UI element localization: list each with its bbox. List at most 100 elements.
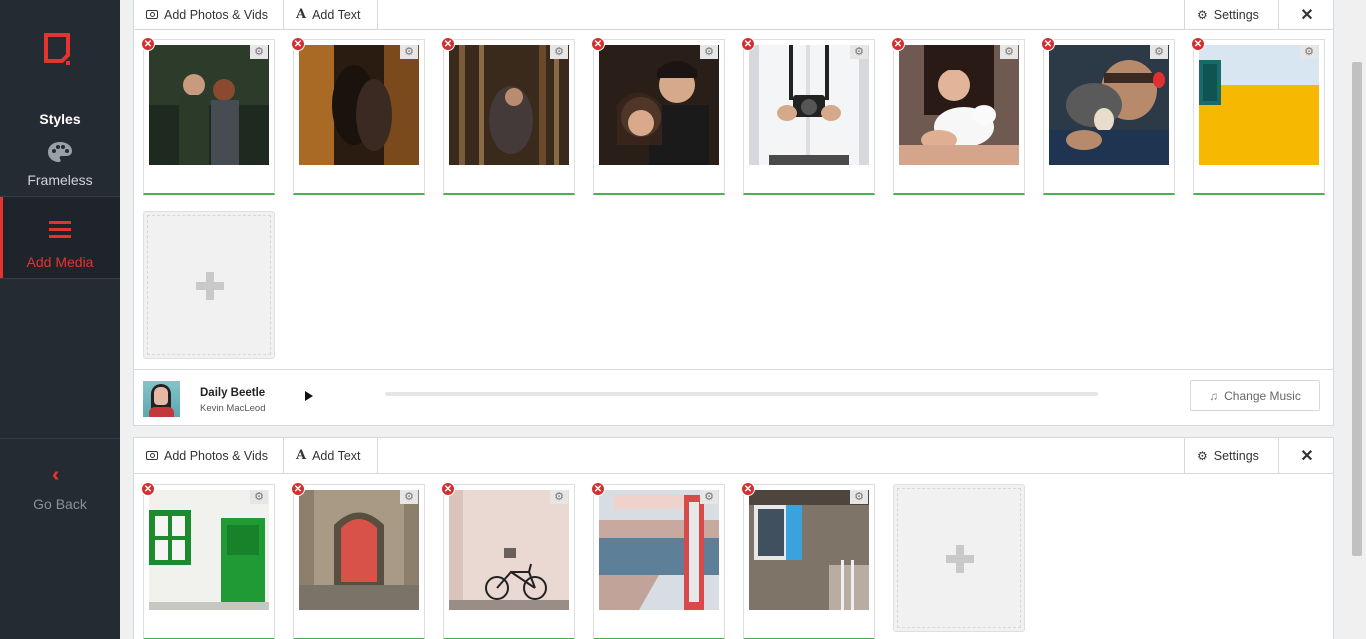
media-settings-icon[interactable]: ⚙ [1000,45,1018,59]
media-section-1: Add Photos & Vids A Add Text ⚙ Settings … [133,0,1334,426]
close-section-button[interactable]: ✕ [1278,438,1335,473]
add-media-tile[interactable] [143,211,275,359]
change-music-label: Change Music [1224,388,1301,403]
add-text-button[interactable]: A Add Text [284,0,378,29]
photo-wood-house-icon [749,490,869,610]
sidebar-item-add-media[interactable]: Add Media [0,197,120,278]
media-settings-icon[interactable]: ⚙ [250,45,268,59]
media-card[interactable]: ⚙ ✕ [141,482,275,639]
media-card[interactable]: ⚙ ✕ [741,482,875,639]
scrollbar-thumb[interactable] [1352,62,1362,556]
media-card[interactable]: ⚙ ✕ [441,482,575,639]
media-settings-icon[interactable]: ⚙ [250,490,268,504]
photo-red-door-icon [299,490,419,610]
double-chevron-left-icon[interactable]: ‹‹ [52,464,61,487]
track-title: Daily Beetle [200,387,266,399]
album-art [143,381,180,417]
close-icon: ✕ [1300,447,1314,465]
palette-icon[interactable] [47,141,73,163]
settings-label: Settings [1213,7,1259,22]
styles-label: Styles [39,111,81,127]
photo-man-cat-icon [1049,45,1169,165]
media-thumbnail [449,45,569,165]
delete-media-icon[interactable]: ✕ [291,37,305,51]
media-thumbnail [299,45,419,165]
delete-media-icon[interactable]: ✕ [1191,37,1205,51]
gear-icon: ⚙ [1197,7,1208,22]
settings-button[interactable]: ⚙ Settings [1184,0,1278,29]
text-icon: A [296,448,307,463]
media-thumbnail [299,490,419,610]
media-settings-icon[interactable]: ⚙ [400,490,418,504]
delete-media-icon[interactable]: ✕ [141,482,155,496]
add-photos-button[interactable]: Add Photos & Vids [134,0,284,29]
media-settings-icon[interactable]: ⚙ [550,490,568,504]
delete-media-icon[interactable]: ✕ [591,482,605,496]
media-thumbnail [1199,45,1319,165]
media-card[interactable]: ⚙ ✕ [441,37,575,195]
photo-woman-cat-icon [899,45,1019,165]
media-settings-icon[interactable]: ⚙ [1150,45,1168,59]
media-section-2: Add Photos & Vids A Add Text ⚙ Settings … [133,437,1334,639]
delete-media-icon[interactable]: ✕ [441,37,455,51]
music-bar: Daily Beetle Kevin MacLeod ♫ Change Musi… [134,369,1333,426]
delete-media-icon[interactable]: ✕ [891,37,905,51]
go-back-button[interactable]: Go Back [0,496,120,512]
media-settings-icon[interactable]: ⚙ [400,45,418,59]
media-thumbnail [599,45,719,165]
plus-icon [946,545,974,573]
media-card[interactable]: ⚙ ✕ [1191,37,1325,195]
media-settings-icon[interactable]: ⚙ [850,490,868,504]
media-settings-icon[interactable]: ⚙ [1300,45,1318,59]
media-settings-icon[interactable]: ⚙ [700,490,718,504]
media-thumbnail [899,45,1019,165]
photo-bicycle-wall-icon [449,490,569,610]
menu-icon [49,221,71,239]
change-music-button[interactable]: ♫ Change Music [1190,380,1320,411]
media-thumbnail [599,490,719,610]
media-card[interactable]: ⚙ ✕ [591,482,725,639]
play-icon[interactable] [305,391,313,401]
delete-media-icon[interactable]: ✕ [741,482,755,496]
media-thumbnail [149,45,269,165]
delete-media-icon[interactable]: ✕ [1041,37,1055,51]
add-text-label: Add Text [312,448,361,463]
delete-media-icon[interactable]: ✕ [741,37,755,51]
delete-media-icon[interactable]: ✕ [291,482,305,496]
add-text-label: Add Text [312,7,361,22]
photo-green-door-icon [149,490,269,610]
music-note-icon: ♫ [1209,388,1219,403]
settings-label: Settings [1213,448,1259,463]
media-card[interactable]: ⚙ ✕ [741,37,875,195]
camera-icon [146,10,158,19]
camera-icon [146,451,158,460]
delete-media-icon[interactable]: ✕ [141,37,155,51]
media-card[interactable]: ⚙ ✕ [291,482,425,639]
add-photos-label: Add Photos & Vids [164,448,269,463]
close-icon: ✕ [1300,6,1314,24]
media-settings-icon[interactable]: ⚙ [550,45,568,59]
media-thumbnail [149,490,269,610]
style-frameless[interactable]: Frameless [0,172,120,188]
section-toolbar: Add Photos & Vids A Add Text ⚙ Settings … [134,438,1333,474]
add-photos-label: Add Photos & Vids [164,7,269,22]
media-card[interactable]: ⚙ ✕ [591,37,725,195]
media-card[interactable]: ⚙ ✕ [291,37,425,195]
media-settings-icon[interactable]: ⚙ [850,45,868,59]
photo-couple-smiling-icon [599,45,719,165]
add-photos-button[interactable]: Add Photos & Vids [134,438,284,473]
page-scrollbar[interactable] [1348,0,1366,639]
app-logo-icon [44,33,70,65]
media-settings-icon[interactable]: ⚙ [700,45,718,59]
delete-media-icon[interactable]: ✕ [591,37,605,51]
close-section-button[interactable]: ✕ [1278,0,1335,29]
add-text-button[interactable]: A Add Text [284,438,378,473]
delete-media-icon[interactable]: ✕ [441,482,455,496]
media-card[interactable]: ⚙ ✕ [141,37,275,195]
photo-red-doorframe-icon [599,490,719,610]
music-progress-bar[interactable] [385,392,1098,396]
media-card[interactable]: ⚙ ✕ [1041,37,1175,195]
media-card[interactable]: ⚙ ✕ [891,37,1025,195]
add-media-tile[interactable] [893,484,1025,632]
settings-button[interactable]: ⚙ Settings [1184,438,1278,473]
